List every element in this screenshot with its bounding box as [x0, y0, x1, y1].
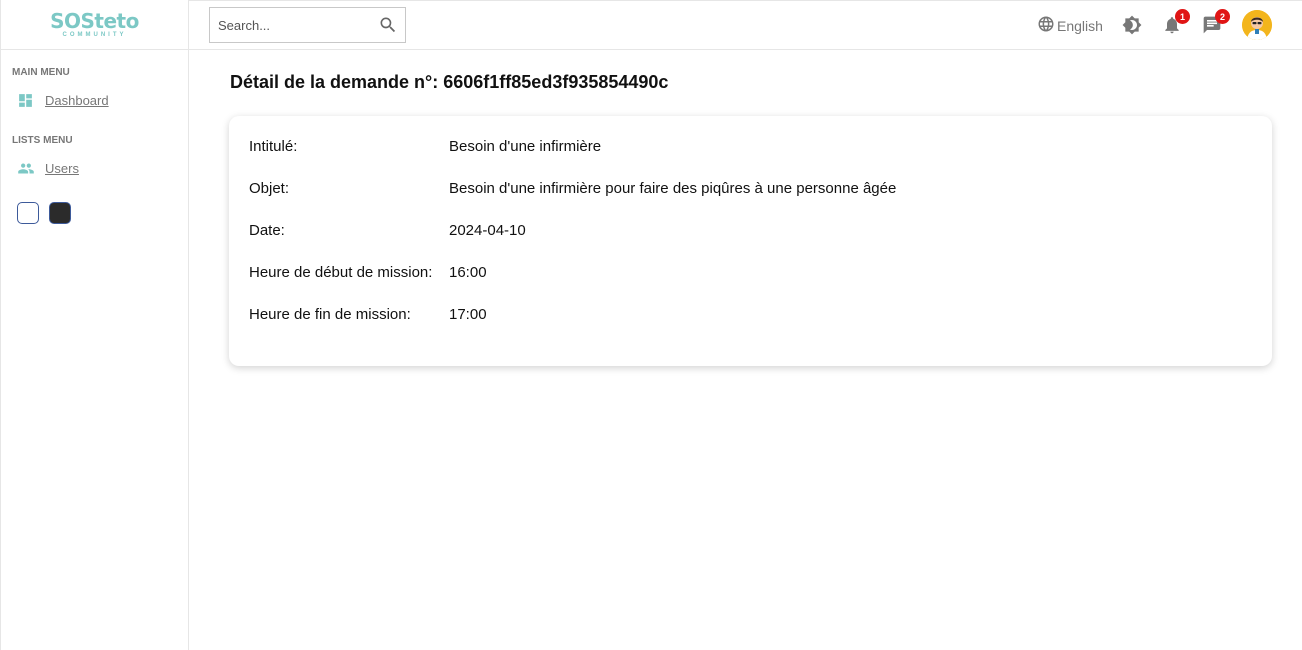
sidebar-item-dashboard[interactable]: Dashboard: [17, 92, 109, 109]
detail-label: Date:: [249, 222, 285, 239]
avatar[interactable]: [1242, 10, 1272, 40]
detail-row-end-time: Heure de fin de mission: 17:00: [249, 306, 487, 323]
user-avatar-icon: [1242, 10, 1272, 40]
detail-label: Intitulé:: [249, 138, 298, 155]
main-menu-title: MAIN MENU: [12, 67, 70, 78]
detail-value: 16:00: [449, 264, 487, 281]
detail-value: 2024-04-10: [449, 222, 526, 239]
notifications-badge: 1: [1175, 9, 1190, 24]
sidebar: SOSteto COMMUNITY MAIN MENU Dashboard LI…: [0, 0, 189, 650]
logo-subtitle: COMMUNITY: [62, 32, 127, 38]
dark-mode-icon[interactable]: [1122, 15, 1142, 35]
search-icon[interactable]: [378, 15, 398, 40]
messages-icon[interactable]: 2: [1202, 9, 1230, 35]
detail-label: Heure de fin de mission:: [249, 306, 411, 323]
search-box: [209, 7, 406, 43]
light-theme-toggle[interactable]: [17, 202, 39, 224]
lists-menu-title: LISTS MENU: [12, 135, 73, 146]
detail-value: Besoin d'une infirmière pour faire des p…: [449, 180, 897, 197]
topbar: English 1 2: [189, 0, 1302, 50]
detail-label: Objet:: [249, 180, 290, 197]
search-input[interactable]: [210, 17, 370, 33]
notifications-icon[interactable]: 1: [1162, 9, 1190, 35]
detail-row-start-time: Heure de début de mission: 16:00: [249, 264, 487, 281]
globe-icon: [1037, 15, 1055, 36]
detail-row-objet: Objet: Besoin d'une infirmière pour fair…: [249, 180, 896, 197]
language-selector[interactable]: English: [1037, 15, 1103, 36]
dark-theme-toggle[interactable]: [49, 202, 71, 224]
detail-row-intitule: Intitulé: Besoin d'une infirmière: [249, 138, 601, 155]
logo-text: SOSteto: [50, 9, 139, 33]
sidebar-item-users[interactable]: Users: [17, 160, 79, 177]
request-detail-card: Intitulé: Besoin d'une infirmière Objet:…: [229, 116, 1272, 366]
logo[interactable]: SOSteto COMMUNITY: [1, 0, 188, 50]
users-icon: [17, 160, 34, 177]
sidebar-item-label: Dashboard: [45, 93, 109, 108]
detail-value: 17:00: [449, 306, 487, 323]
page-title: Détail de la demande n°: 6606f1ff85ed3f9…: [230, 72, 669, 92]
messages-badge: 2: [1215, 9, 1230, 24]
dashboard-icon: [17, 92, 34, 109]
language-label: English: [1057, 17, 1103, 34]
detail-label: Heure de début de mission:: [249, 264, 433, 281]
detail-row-date: Date: 2024-04-10: [249, 222, 526, 239]
sidebar-item-label: Users: [45, 161, 79, 176]
detail-value: Besoin d'une infirmière: [449, 138, 602, 155]
